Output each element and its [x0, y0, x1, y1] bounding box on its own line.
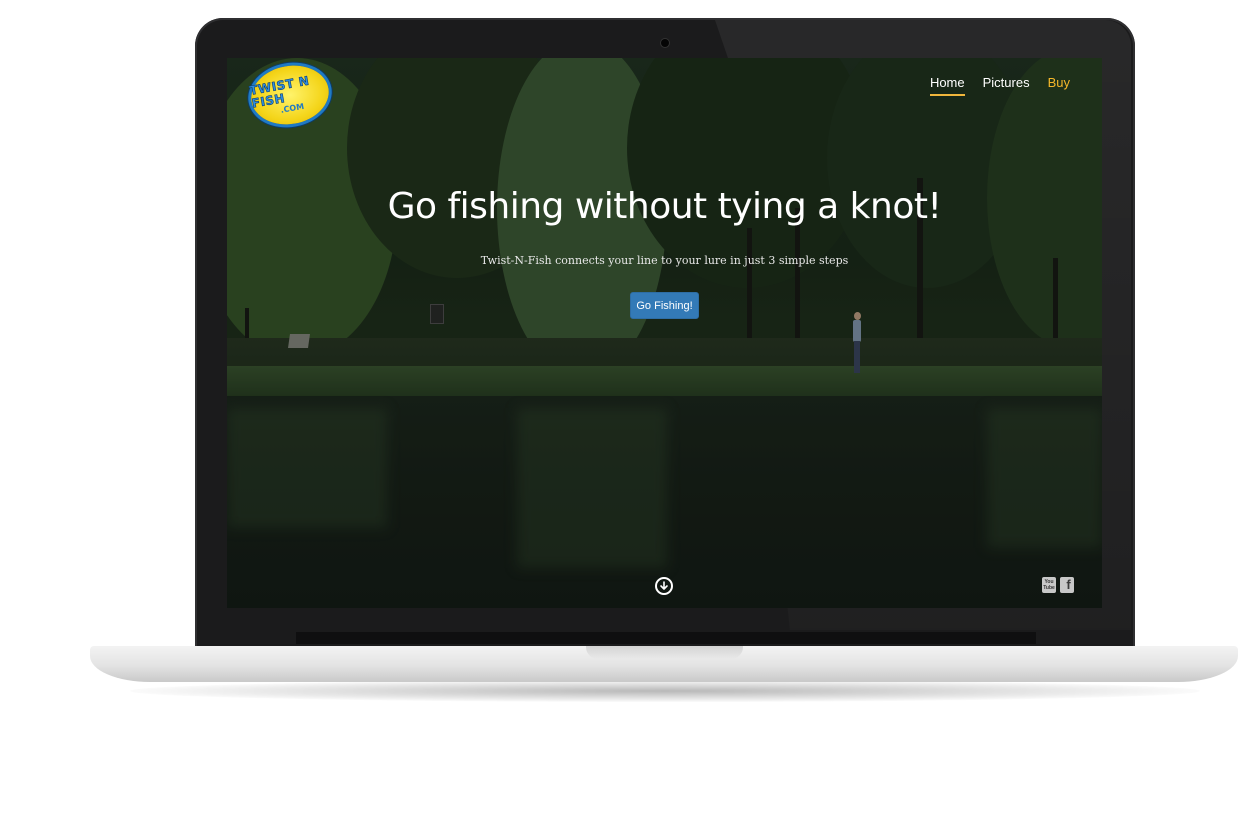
nav-home[interactable]: Home	[929, 75, 965, 96]
nav-pictures[interactable]: Pictures	[983, 75, 1030, 96]
go-fishing-button[interactable]: Go Fishing!	[630, 292, 699, 319]
youtube-icon[interactable]: You Tube	[1042, 577, 1056, 593]
webcam	[661, 39, 669, 47]
laptop-screen: TWIST N FISH .COM Home Pictures Buy Go f…	[227, 58, 1102, 608]
nav-buy[interactable]: Buy	[1048, 75, 1070, 96]
laptop-shadow	[130, 680, 1200, 702]
arrow-down-circle-icon[interactable]	[655, 577, 673, 595]
lid-opening-notch	[586, 646, 743, 659]
social-links: You Tube f	[1042, 577, 1074, 593]
bezel-chin	[296, 632, 1036, 644]
hero-background	[227, 58, 1102, 608]
arrow-down-icon	[660, 581, 668, 590]
hero-subtitle: Twist-N-Fish connects your line to your …	[480, 254, 849, 267]
laptop-mockup: TWIST N FISH .COM Home Pictures Buy Go f…	[0, 0, 1258, 818]
hero-title: Go fishing without tying a knot!	[387, 186, 942, 227]
facebook-icon[interactable]: f	[1060, 577, 1074, 593]
main-nav: Home Pictures Buy	[929, 75, 1070, 96]
